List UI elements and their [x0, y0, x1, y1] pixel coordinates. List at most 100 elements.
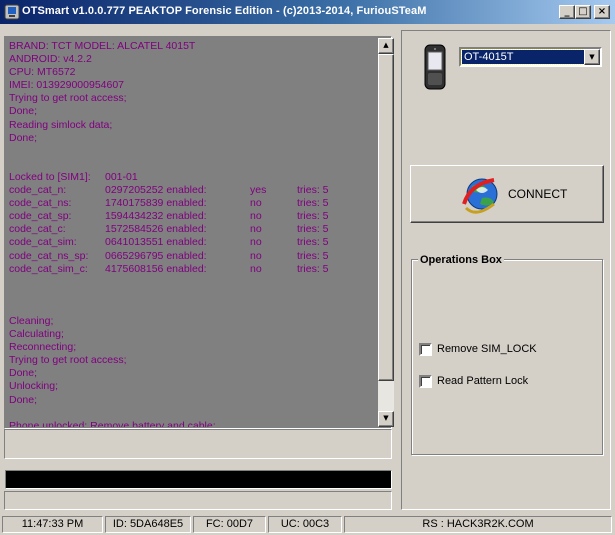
log-line-text: Calculating;: [9, 328, 64, 341]
device-model-select[interactable]: OT-4015T ▼: [459, 47, 602, 67]
log-line: code_cat_sim: 0641013551 enabled: no tries:…: [9, 236, 377, 249]
log-line-text: Trying to get root access;: [9, 92, 127, 105]
status-uc: UC: 00C3: [268, 516, 342, 533]
log-line: Trying to get root access;: [9, 354, 377, 367]
status-rs: RS : HACK3R2K.COM: [344, 516, 612, 533]
log-footer-area: [4, 429, 392, 459]
info-line: [4, 491, 392, 510]
log-line-text: Done;: [9, 105, 38, 118]
log-line: Done;: [9, 132, 377, 145]
log-line-text: Done;: [9, 131, 38, 144]
scroll-up-button[interactable]: ▲: [378, 38, 394, 54]
log-line: Calculating;: [9, 328, 377, 341]
operations-box: [411, 259, 603, 455]
read-pattern-lock-label[interactable]: Read Pattern Lock: [437, 375, 528, 387]
status-id: ID: 5DA648E5: [105, 516, 191, 533]
operations-box-title: Operations Box: [418, 254, 504, 266]
log-line-text: code_cat_n:: [9, 184, 67, 197]
log-line-text: code_cat_sim_c:: [9, 262, 88, 275]
remove-simlock-label[interactable]: Remove SIM_LOCK: [437, 343, 537, 355]
lock-code: 1594434232 enabled:: [105, 210, 207, 223]
log-line-text: code_cat_ns:: [9, 197, 72, 210]
lock-tries: tries: 5: [297, 236, 329, 249]
lock-code: 0665296795 enabled:: [105, 249, 207, 262]
log-panel: BRAND: TCT MODEL: ALCATEL 4015T ANDROID: …: [4, 36, 394, 429]
log-line: code_cat_c: 1572584526 enabled: no tries: 5: [9, 223, 377, 236]
globe-connect-icon: [462, 178, 498, 214]
lock-code: 1740175839 enabled:: [105, 197, 207, 210]
scroll-thumb[interactable]: [378, 54, 394, 381]
log-line: Done;: [9, 367, 377, 380]
lock-code: 1572584526 enabled:: [105, 223, 207, 236]
log-line-text: CPU: MT6572: [9, 66, 76, 79]
log-line: Done;: [9, 105, 377, 118]
status-bar: 11:47:33 PM ID: 5DA648E5 FC: 00D7 UC: 00…: [0, 514, 615, 535]
log-line: Locked to [SIM1]: 001-01: [9, 171, 377, 184]
read-pattern-lock-checkbox[interactable]: [419, 375, 432, 388]
log-line: Cleaning;: [9, 315, 377, 328]
log-line-text: Unlocking;: [9, 380, 59, 393]
connect-label: CONNECT: [508, 187, 568, 201]
device-model-value: OT-4015T: [461, 49, 585, 65]
log-line: Unlocking;: [9, 380, 377, 393]
log-line-text: Done;: [9, 393, 38, 406]
lock-code: 4175608156 enabled:: [105, 262, 207, 275]
connect-button[interactable]: CONNECT: [410, 165, 604, 223]
maximize-button[interactable]: □: [575, 5, 591, 19]
log-output[interactable]: BRAND: TCT MODEL: ALCATEL 4015T ANDROID: …: [6, 38, 377, 427]
log-line-text: Reconnecting;: [9, 341, 77, 354]
log-line: Trying to get root access;: [9, 92, 377, 105]
log-line: BRAND: TCT MODEL: ALCATEL 4015T: [9, 40, 377, 53]
log-line-text: code_cat_sp:: [9, 210, 72, 223]
log-line-text: Trying to get root access;: [9, 354, 127, 367]
lock-flag: no: [250, 262, 262, 275]
remove-simlock-checkbox[interactable]: [419, 343, 432, 356]
lock-flag: no: [250, 223, 262, 236]
log-line: code_cat_n: 0297205252 enabled: yes tries: …: [9, 184, 377, 197]
log-line-text: ANDROID: v4.2.2: [9, 53, 92, 66]
progress-bar: [5, 470, 392, 489]
log-line-text: code_cat_c:: [9, 223, 66, 236]
status-fc: FC: 00D7: [193, 516, 266, 533]
window-title: OTSmart v1.0.0.777 PEAKTOP Forensic Edit…: [22, 5, 427, 17]
log-line: code_cat_sim_c: 4175608156 enabled: no trie…: [9, 263, 377, 276]
scroll-down-button[interactable]: ▼: [378, 411, 394, 427]
log-line-text: code_cat_ns_sp:: [9, 249, 89, 262]
log-line-text: Cleaning;: [9, 314, 54, 327]
log-line-text: Phone unlocked; Remove battery and cable…: [9, 419, 216, 427]
lock-flag: yes: [250, 184, 267, 197]
lock-flag: no: [250, 197, 262, 210]
status-time: 11:47:33 PM: [2, 516, 103, 533]
log-line: Phone unlocked; Remove battery and cable…: [9, 420, 377, 427]
log-line-text: Reading simlock data;: [9, 118, 113, 131]
log-line: Reading simlock data;: [9, 119, 377, 132]
title-bar[interactable]: OTSmart v1.0.0.777 PEAKTOP Forensic Edit…: [0, 0, 615, 24]
app-window: OTSmart v1.0.0.777 PEAKTOP Forensic Edit…: [0, 0, 615, 535]
log-line-text: Locked to [SIM1]:: [9, 170, 91, 183]
lock-flag: no: [250, 210, 262, 223]
lock-tries: tries: 5: [297, 184, 329, 197]
log-line: Reconnecting;: [9, 341, 377, 354]
close-button[interactable]: ×: [594, 5, 610, 19]
log-line: code_cat_sp: 1594434232 enabled: no tries: …: [9, 210, 377, 223]
lock-code: 0297205252 enabled:: [105, 184, 207, 197]
lock-tries: tries: 5: [297, 249, 329, 262]
chevron-down-icon[interactable]: ▼: [584, 49, 600, 65]
lock-network-value: 001-01: [105, 170, 138, 183]
log-line-text: IMEI: 013929000954607: [9, 79, 125, 92]
minimize-button[interactable]: _: [559, 5, 575, 19]
log-scrollbar[interactable]: ▲ ▼: [378, 38, 394, 427]
lock-tries: tries: 5: [297, 262, 329, 275]
lock-code: 0641013551 enabled:: [105, 236, 207, 249]
lock-tries: tries: 5: [297, 210, 329, 223]
lock-tries: tries: 5: [297, 223, 329, 236]
log-line: code_cat_ns_sp: 0665296795 enabled: no trie…: [9, 250, 377, 263]
app-icon: [4, 4, 20, 20]
lock-flag: no: [250, 236, 262, 249]
log-line: ANDROID: v4.2.2: [9, 53, 377, 66]
log-line-text: BRAND: TCT MODEL: ALCATEL 4015T: [9, 40, 196, 52]
